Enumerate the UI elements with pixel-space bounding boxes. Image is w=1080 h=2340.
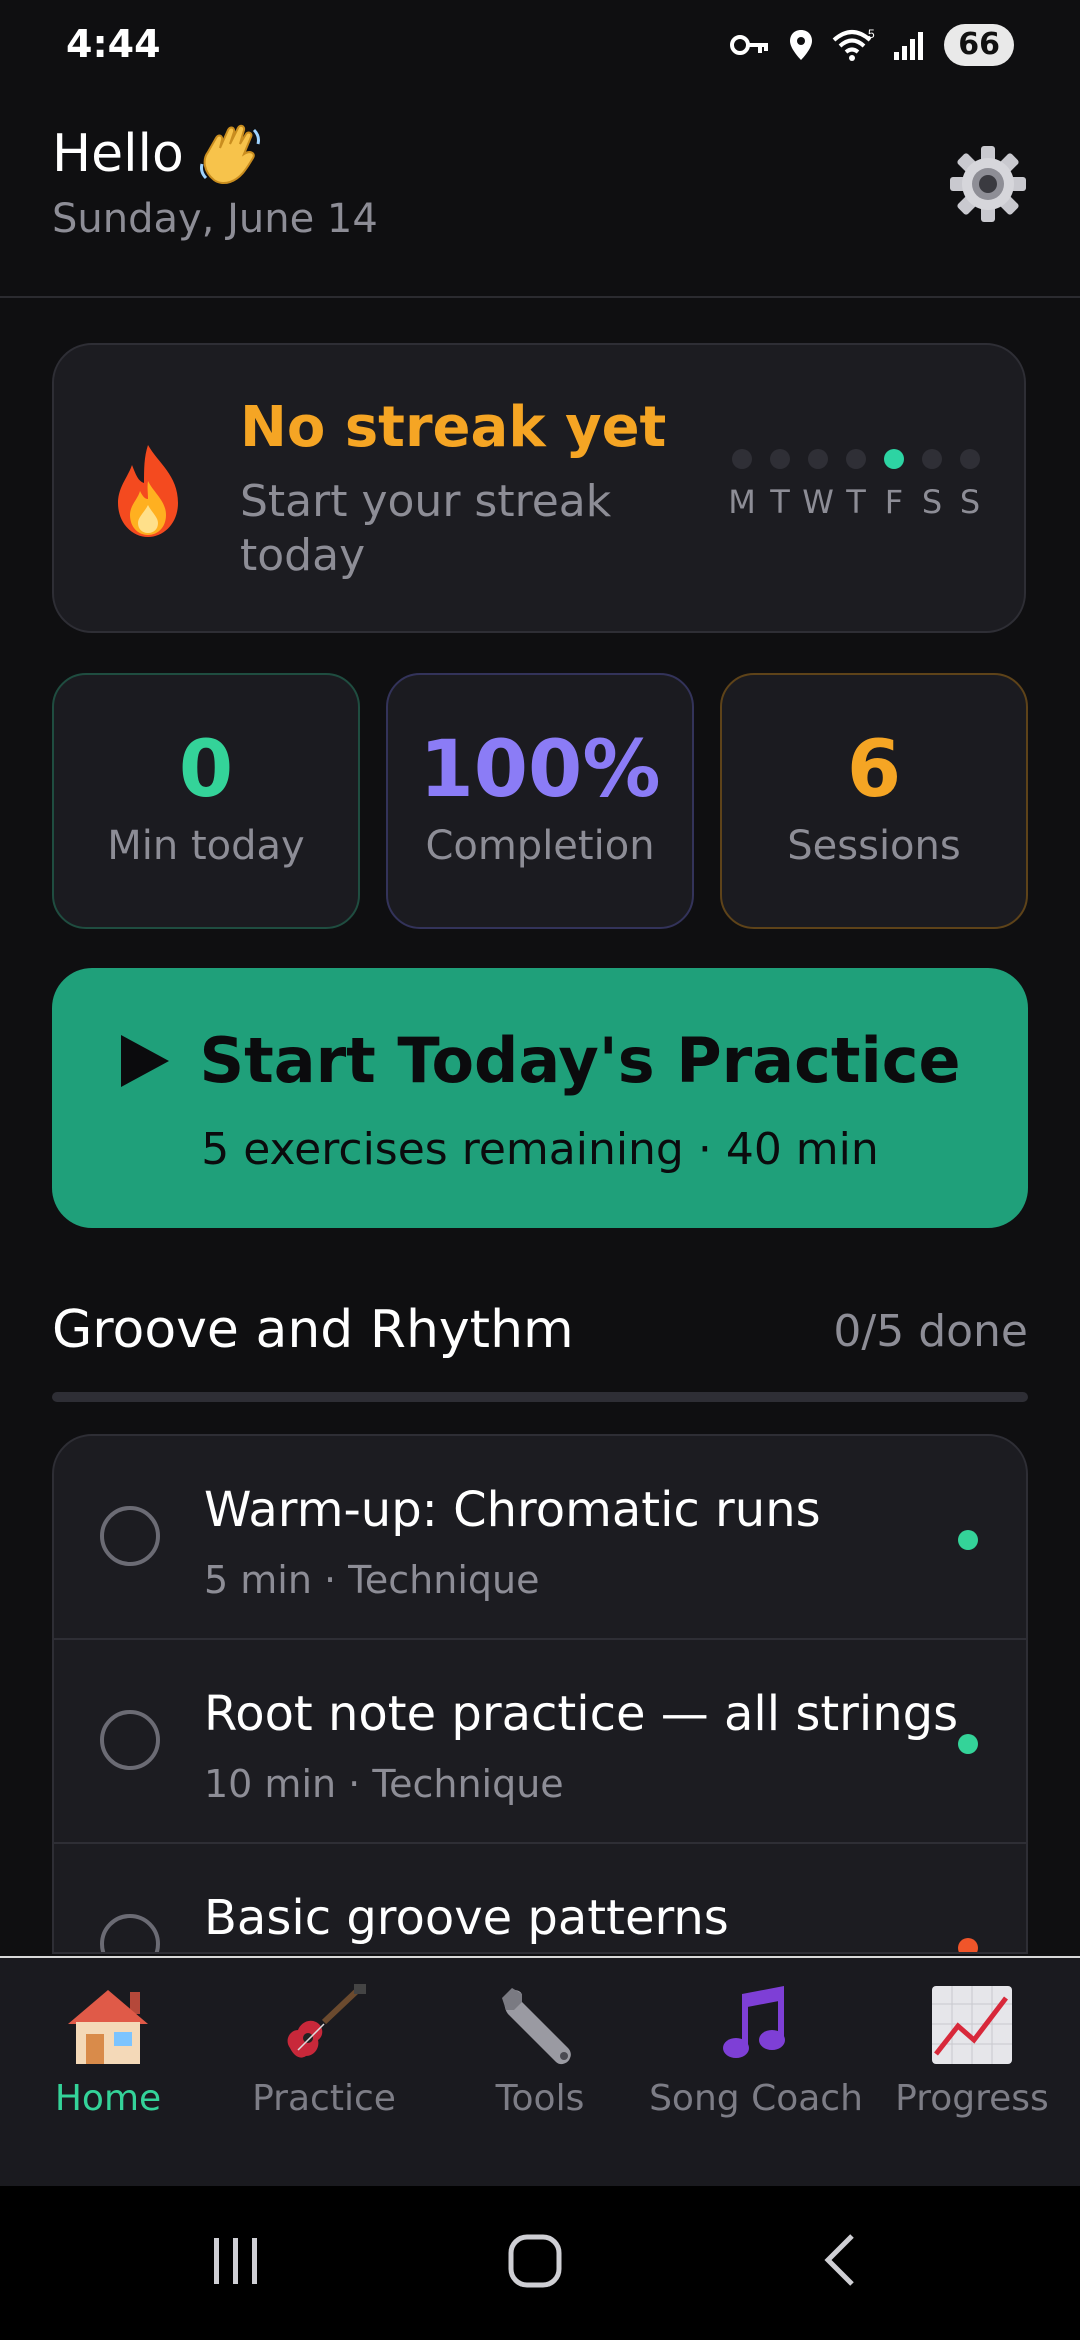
nav-label: Tools	[495, 2078, 585, 2119]
day-dot	[960, 449, 980, 469]
back-icon[interactable]	[818, 2230, 862, 2290]
stat-sessions-card: 6 Sessions	[720, 673, 1028, 929]
week-day: F	[884, 449, 904, 521]
nav-item-practice[interactable]: Practice	[216, 1958, 432, 2188]
status-time: 4:44	[66, 22, 161, 66]
stat-completion-value: 100%	[419, 725, 661, 815]
week-day: M	[728, 449, 756, 521]
start-practice-subtitle: 5 exercises remaining · 40 min	[201, 1124, 879, 1175]
nav-label: Song Coach	[649, 2078, 863, 2119]
section-progress-count: 0/5 done	[833, 1306, 1028, 1357]
stat-completion-card: 100% Completion	[386, 673, 694, 929]
exercise-name: Basic groove patterns	[204, 1890, 729, 1946]
start-practice-title-row: Start Today's Practice	[52, 1024, 1028, 1097]
day-label: M	[728, 483, 756, 521]
day-dot	[808, 449, 828, 469]
settings-gear-icon[interactable]	[948, 144, 1028, 224]
streak-title: No streak yet	[240, 395, 667, 460]
nav-label: Home	[54, 2078, 162, 2119]
music-note-icon	[723, 1986, 785, 2058]
nav-item-tools[interactable]: Tools	[432, 1958, 648, 2188]
system-nav-bar	[0, 2186, 1080, 2340]
start-practice-button[interactable]: Start Today's Practice 5 exercises remai…	[52, 968, 1028, 1228]
nav-item-song-coach[interactable]: Song Coach	[648, 1958, 864, 2188]
section-title: Groove and Rhythm	[52, 1300, 574, 1360]
week-indicator: M T W T F S S	[728, 449, 980, 521]
guitar-icon	[287, 1984, 366, 2058]
wrench-icon	[502, 1988, 571, 2065]
day-label: T	[770, 483, 790, 521]
exercise-item[interactable]: Basic groove patterns	[54, 1844, 1026, 1952]
nav-item-home[interactable]: Home	[0, 1958, 216, 2188]
start-practice-title: Start Today's Practice	[199, 1024, 961, 1097]
header: Hello Sunday, June 14	[0, 90, 1080, 298]
greeting-text: Hello	[52, 124, 184, 184]
day-dot	[846, 449, 866, 469]
section-progress-bar	[52, 1392, 1028, 1402]
greeting: Hello	[52, 122, 266, 186]
week-day: S	[960, 449, 980, 521]
house-icon	[68, 1990, 148, 2064]
status-icons: 5 66	[730, 24, 1014, 66]
svg-text:5: 5	[868, 28, 875, 41]
exercise-meta: 10 min · Technique	[204, 1762, 564, 1806]
stat-sessions-label: Sessions	[787, 823, 961, 869]
home-button-icon[interactable]	[506, 2230, 566, 2290]
exercise-checkbox[interactable]	[100, 1506, 160, 1566]
date-label: Sunday, June 14	[52, 196, 378, 242]
streak-card: No streak yet Start your streak today M …	[52, 343, 1026, 633]
waving-hand-icon	[199, 124, 260, 185]
exercise-status-dot	[958, 1530, 978, 1550]
day-label: W	[802, 483, 834, 521]
day-dot	[732, 449, 752, 469]
day-dot	[884, 449, 904, 469]
day-label: S	[959, 483, 981, 521]
exercise-name: Warm-up: Chromatic runs	[204, 1482, 821, 1538]
nav-label: Practice	[252, 2078, 396, 2119]
exercise-checkbox[interactable]	[100, 1710, 160, 1770]
stat-completion-label: Completion	[425, 823, 655, 869]
nav-item-progress[interactable]: Progress	[864, 1958, 1080, 2188]
day-dot	[770, 449, 790, 469]
chart-icon	[932, 1986, 1012, 2064]
week-day: T	[770, 449, 790, 521]
recent-apps-icon[interactable]	[210, 2230, 262, 2290]
week-day: S	[922, 449, 942, 521]
day-label: T	[846, 483, 866, 521]
play-icon	[121, 1034, 170, 1087]
battery-indicator: 66	[944, 24, 1014, 66]
status-bar: 4:44 5 66	[0, 0, 1080, 90]
exercise-item[interactable]: Root note practice — all strings 10 min …	[54, 1640, 1026, 1844]
exercise-list: Warm-up: Chromatic runs 5 min · Techniqu…	[52, 1434, 1028, 1954]
streak-subtitle: Start your streak today	[240, 476, 612, 581]
exercise-status-dot	[958, 1734, 978, 1754]
stat-minutes-card: 0 Min today	[52, 673, 360, 929]
stat-sessions-value: 6	[846, 725, 902, 815]
exercise-name: Root note practice — all strings	[204, 1686, 959, 1742]
exercise-meta: 5 min · Technique	[204, 1558, 540, 1602]
stat-minutes-value: 0	[178, 725, 234, 815]
location-icon	[790, 30, 813, 60]
week-day: W	[802, 449, 834, 521]
day-dot	[922, 449, 942, 469]
day-label: S	[921, 483, 943, 521]
exercise-status-dot	[958, 1938, 978, 1952]
exercise-checkbox[interactable]	[100, 1914, 160, 1952]
fire-icon	[118, 445, 178, 537]
signal-icon	[894, 32, 924, 60]
nav-label: Progress	[895, 2078, 1049, 2119]
exercise-item[interactable]: Warm-up: Chromatic runs 5 min · Techniqu…	[54, 1436, 1026, 1640]
wifi-icon: 5	[832, 28, 875, 61]
bottom-nav: Home Practice Tools Song Coach Progress	[0, 1956, 1080, 2188]
key-icon	[730, 35, 769, 55]
stat-minutes-label: Min today	[107, 823, 305, 869]
day-label: F	[884, 483, 904, 521]
week-day: T	[846, 449, 866, 521]
